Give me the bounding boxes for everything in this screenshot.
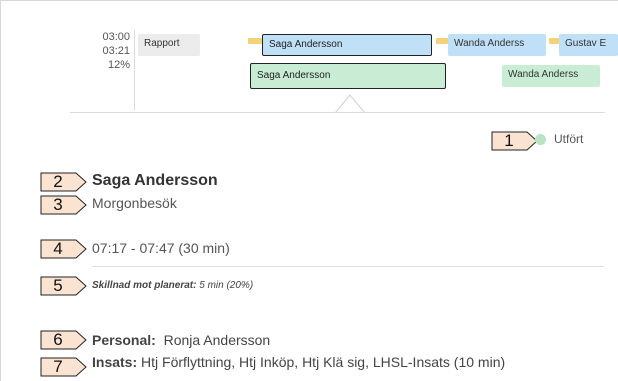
timeline-chip-actual-wanda[interactable]: Wanda Anderss (502, 65, 600, 87)
schedule-timeline: 03:00 03:21 12% Rapport Saga Andersson W… (70, 30, 618, 114)
insats-value: Htj Förflyttning, Htj Inköp, Htj Klä sig… (141, 354, 506, 370)
annotation-marker-4: 4 (40, 239, 88, 259)
timeline-chip-rapport[interactable]: Rapport (138, 34, 200, 56)
timeline-gap (549, 38, 559, 44)
timeline-metrics: 03:00 03:21 12% (70, 30, 130, 72)
planned-difference-label: Skillnad mot planerat: (92, 280, 197, 291)
annotation-marker-2: 2 (40, 172, 88, 192)
timeline-chip-planned-saga[interactable]: Saga Andersson (262, 34, 432, 56)
insats-label: Insats: (92, 354, 138, 370)
metric-total-time: 03:00 (102, 31, 130, 43)
divider (92, 266, 604, 267)
visit-status: Utfört (535, 129, 615, 149)
timeline-separator (134, 30, 135, 110)
annotation-marker-1: 1 (491, 131, 539, 151)
annotation-marker-5: 5 (40, 276, 88, 296)
metric-percentage: 12% (107, 59, 130, 71)
status-label: Utfört (554, 132, 584, 146)
planned-difference: Skillnad mot planerat: 5 min (20%) (92, 280, 253, 291)
metric-actual-time: 03:21 (102, 45, 130, 57)
personal-value: Ronja Andersson (163, 332, 271, 348)
status-dot-icon (535, 133, 546, 145)
timeline-chip-planned-wanda[interactable]: Wanda Anderss (448, 34, 546, 56)
personal-label: Personal: (92, 332, 156, 348)
personal-row: Personal: Ronja Andersson (92, 332, 270, 348)
visit-type: Morgonbesök (92, 195, 177, 211)
timeline-gap (248, 38, 262, 44)
timeline-baseline (70, 112, 605, 113)
timeline-gap (436, 38, 448, 44)
timeline-chip-planned-gustav[interactable]: Gustav E (559, 34, 618, 56)
annotation-marker-3: 3 (40, 195, 88, 215)
timeline-chip-actual-saga[interactable]: Saga Andersson (250, 63, 446, 89)
annotation-marker-7: 7 (40, 357, 88, 377)
planned-difference-value: 5 min (20%) (199, 280, 254, 291)
annotation-marker-6: 6 (40, 330, 88, 350)
visit-time-range: 07:17 - 07:47 (30 min) (92, 240, 230, 256)
insats-row: Insats: Htj Förflyttning, Htj Inköp, Htj… (92, 354, 505, 370)
selection-pointer-icon (335, 94, 365, 113)
client-name: Saga Andersson (92, 172, 218, 189)
